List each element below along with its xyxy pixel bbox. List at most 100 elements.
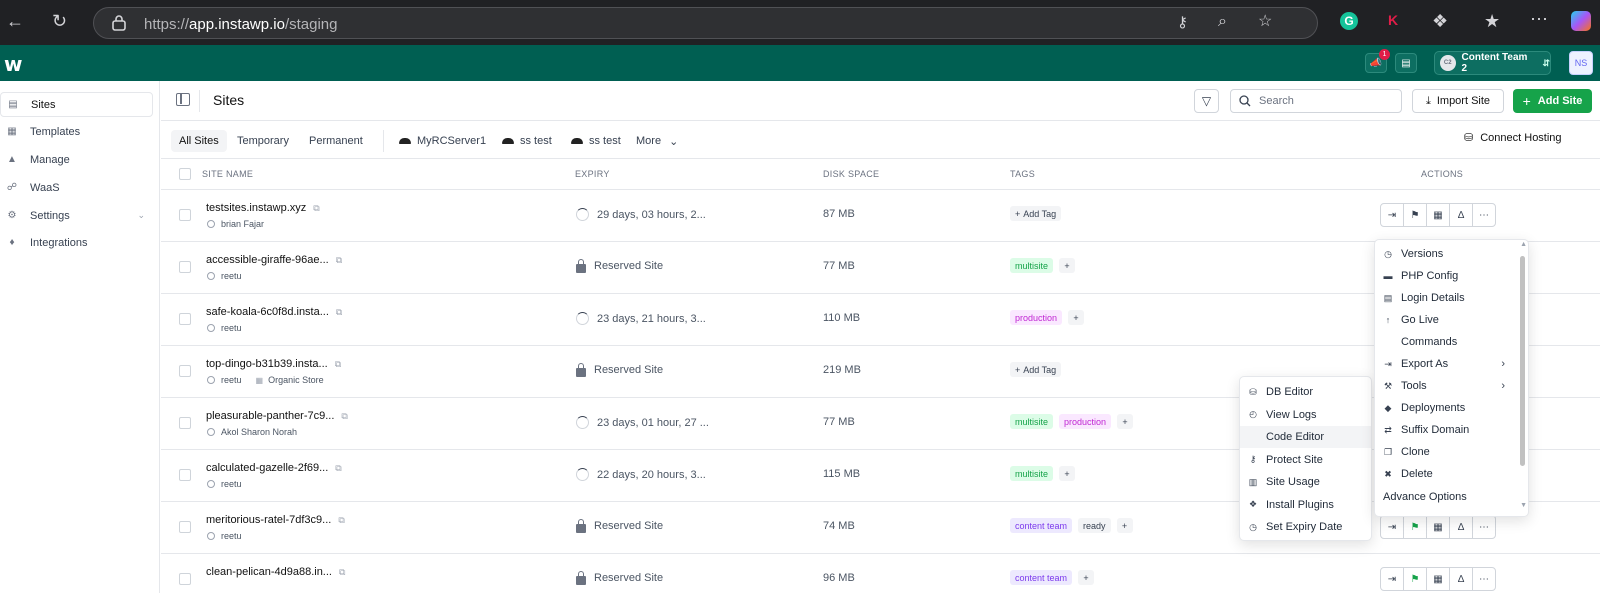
apps-action-button[interactable]: ▦ <box>1426 567 1450 591</box>
menu-item-tools[interactable]: ⚒ Tools › <box>1375 375 1517 397</box>
sidebar-item-integrations[interactable]: ♦ Integrations <box>0 230 153 255</box>
extension-k-icon[interactable]: K <box>1388 13 1398 27</box>
site-name-link[interactable]: safe-koala-6c0f8d.insta... ⧉ <box>206 306 342 318</box>
menu-item-advance-options[interactable]: Advance Options <box>1375 486 1517 508</box>
add-tag-plus-button[interactable]: + <box>1078 570 1095 585</box>
key-icon[interactable]: ⚷ <box>1177 15 1188 30</box>
announcements-button[interactable]: 📣 1 <box>1365 49 1390 73</box>
menu-item-delete[interactable]: ✖ Delete <box>1375 463 1517 485</box>
tag-badge[interactable]: multisite <box>1010 258 1054 273</box>
import-site-button[interactable]: ⤓ Import Site <box>1412 89 1504 113</box>
flag-action-button[interactable]: ⚑ <box>1403 203 1427 227</box>
add-tag-plus-button[interactable]: + <box>1116 518 1133 533</box>
table-row[interactable]: testsites.instawp.xyz ⧉ brian Fajar 29 da… <box>161 190 1600 242</box>
select-all-checkbox[interactable] <box>179 168 191 180</box>
row-checkbox[interactable] <box>179 469 191 481</box>
row-checkbox[interactable] <box>179 365 191 377</box>
site-name[interactable]: pleasurable-panther-7c9... <box>206 410 334 422</box>
external-link-icon[interactable]: ⧉ <box>341 411 347 422</box>
address-bar[interactable]: https://app.instawp.io/staging ⚷ ⌕ ☆ <box>93 7 1318 39</box>
column-expiry[interactable]: EXPIRY <box>575 169 610 179</box>
more-actions-button[interactable]: ⋯ <box>1472 515 1496 539</box>
menu-item-set-expiry-date[interactable]: ◷ Set Expiry Date <box>1240 516 1371 538</box>
add-tag-plus-button[interactable]: + <box>1117 414 1134 429</box>
add-tag-button[interactable]: + Add Tag <box>1010 362 1062 377</box>
sidebar-item-sites[interactable]: ▤ Sites <box>0 92 153 117</box>
flag-action-button[interactable]: ⚑ <box>1403 515 1427 539</box>
menu-item-site-usage[interactable]: ▥ Site Usage <box>1240 471 1371 493</box>
sidebar-item-waas[interactable]: ☍ WaaS <box>0 175 153 200</box>
row-checkbox[interactable] <box>179 573 191 585</box>
tab-temporary[interactable]: Temporary <box>229 130 297 152</box>
menu-item-versions[interactable]: ◷ Versions <box>1375 243 1517 265</box>
menu-item-install-plugins[interactable]: ❖ Install Plugins <box>1240 494 1371 516</box>
site-name-link[interactable]: top-dingo-b31b39.insta... ⧉ <box>206 358 341 370</box>
menu-item-export-as[interactable]: ⇥ Export As › <box>1375 353 1517 375</box>
external-link-icon[interactable]: ⧉ <box>335 463 341 474</box>
extensions-puzzle-icon[interactable]: ❖ <box>1432 12 1448 30</box>
menu-item-deployments[interactable]: ◆ Deployments <box>1375 397 1517 419</box>
tab-permanent[interactable]: Permanent <box>301 130 371 152</box>
external-link-icon[interactable]: ⧉ <box>313 203 319 214</box>
site-name[interactable]: meritorious-ratel-7df3c9... <box>206 514 331 526</box>
deploy-action-button[interactable]: ∆ <box>1449 515 1473 539</box>
search-input[interactable] <box>1259 95 1389 107</box>
tag-badge[interactable]: multisite <box>1010 466 1054 481</box>
scroll-down-icon[interactable]: ▼ <box>1520 502 1527 509</box>
login-action-button[interactable]: ⇥ <box>1380 203 1404 227</box>
row-checkbox[interactable] <box>179 313 191 325</box>
server-tab-ss-test-2[interactable]: ss test <box>563 130 629 152</box>
site-name[interactable]: calculated-gazelle-2f69... <box>206 462 328 474</box>
copilot-icon[interactable] <box>1571 11 1591 31</box>
apps-action-button[interactable]: ▦ <box>1426 515 1450 539</box>
site-name-link[interactable]: accessible-giraffe-96ae... ⧉ <box>206 254 342 266</box>
menu-item-suffix-domain[interactable]: ⇄ Suffix Domain <box>1375 419 1517 441</box>
scrollbar-thumb[interactable] <box>1520 256 1525 466</box>
tag-badge[interactable]: content team <box>1010 518 1073 533</box>
favorites-icon[interactable]: ★ <box>1484 12 1500 30</box>
favorite-star-icon[interactable]: ☆ <box>1258 14 1272 30</box>
external-link-icon[interactable]: ⧉ <box>338 515 344 526</box>
login-action-button[interactable]: ⇥ <box>1380 515 1404 539</box>
team-switcher[interactable]: C2 Content Team 2 ⇵ <box>1434 51 1551 75</box>
column-disk-space[interactable]: DISK SPACE <box>823 169 879 179</box>
tag-badge[interactable]: production <box>1010 310 1063 325</box>
column-tags[interactable]: TAGS <box>1010 169 1035 179</box>
add-tag-plus-button[interactable]: + <box>1068 310 1085 325</box>
site-name[interactable]: top-dingo-b31b39.insta... <box>206 358 328 370</box>
search-box[interactable] <box>1230 89 1402 113</box>
site-name-link[interactable]: testsites.instawp.xyz ⧉ <box>206 202 320 214</box>
menu-item-db-editor[interactable]: ⛁ DB Editor <box>1240 381 1371 403</box>
deploy-action-button[interactable]: ∆ <box>1449 567 1473 591</box>
tag-badge[interactable]: multisite <box>1010 414 1054 429</box>
tag-badge[interactable]: production <box>1059 414 1112 429</box>
menu-scrollbar[interactable]: ▲ ▼ <box>1519 241 1527 511</box>
site-name[interactable]: safe-koala-6c0f8d.insta... <box>206 306 329 318</box>
menu-item-login-details[interactable]: ▤ Login Details <box>1375 287 1517 309</box>
menu-item-php-config[interactable]: ▬ PHP Config <box>1375 265 1517 287</box>
user-avatar[interactable]: NS <box>1569 51 1593 75</box>
filter-button[interactable]: ▽ <box>1194 89 1219 113</box>
table-row[interactable]: clean-pelican-4d9a88.in... ⧉ Reserved Sit… <box>161 554 1600 593</box>
site-name-link[interactable]: clean-pelican-4d9a88.in... ⧉ <box>206 566 345 578</box>
feedback-button[interactable]: ▤ <box>1395 53 1417 73</box>
sidebar-item-settings[interactable]: ⚙ Settings ⌄ <box>0 203 153 228</box>
back-icon[interactable]: ← <box>6 12 24 30</box>
menu-item-clone[interactable]: ❐ Clone <box>1375 441 1517 463</box>
add-tag-plus-button[interactable]: + <box>1059 466 1076 481</box>
external-link-icon[interactable]: ⧉ <box>336 255 342 266</box>
more-actions-button[interactable]: ⋯ <box>1472 203 1496 227</box>
flag-action-button[interactable]: ⚑ <box>1403 567 1427 591</box>
instawp-logo[interactable]: w <box>4 52 23 76</box>
add-tag-plus-button[interactable]: + <box>1059 258 1076 273</box>
site-name[interactable]: clean-pelican-4d9a88.in... <box>206 566 332 578</box>
menu-item-view-logs[interactable]: ◴ View Logs <box>1240 404 1371 426</box>
row-checkbox[interactable] <box>179 209 191 221</box>
column-site-name[interactable]: SITE NAME <box>202 169 253 179</box>
server-tab-ss-test[interactable]: ss test <box>494 130 560 152</box>
site-name-link[interactable]: meritorious-ratel-7df3c9... ⧉ <box>206 514 345 526</box>
site-name[interactable]: accessible-giraffe-96ae... <box>206 254 329 266</box>
site-name-link[interactable]: calculated-gazelle-2f69... ⧉ <box>206 462 342 474</box>
sidebar-item-manage[interactable]: ▲ Manage <box>0 147 153 172</box>
menu-item-commands[interactable]: Commands <box>1375 331 1517 353</box>
